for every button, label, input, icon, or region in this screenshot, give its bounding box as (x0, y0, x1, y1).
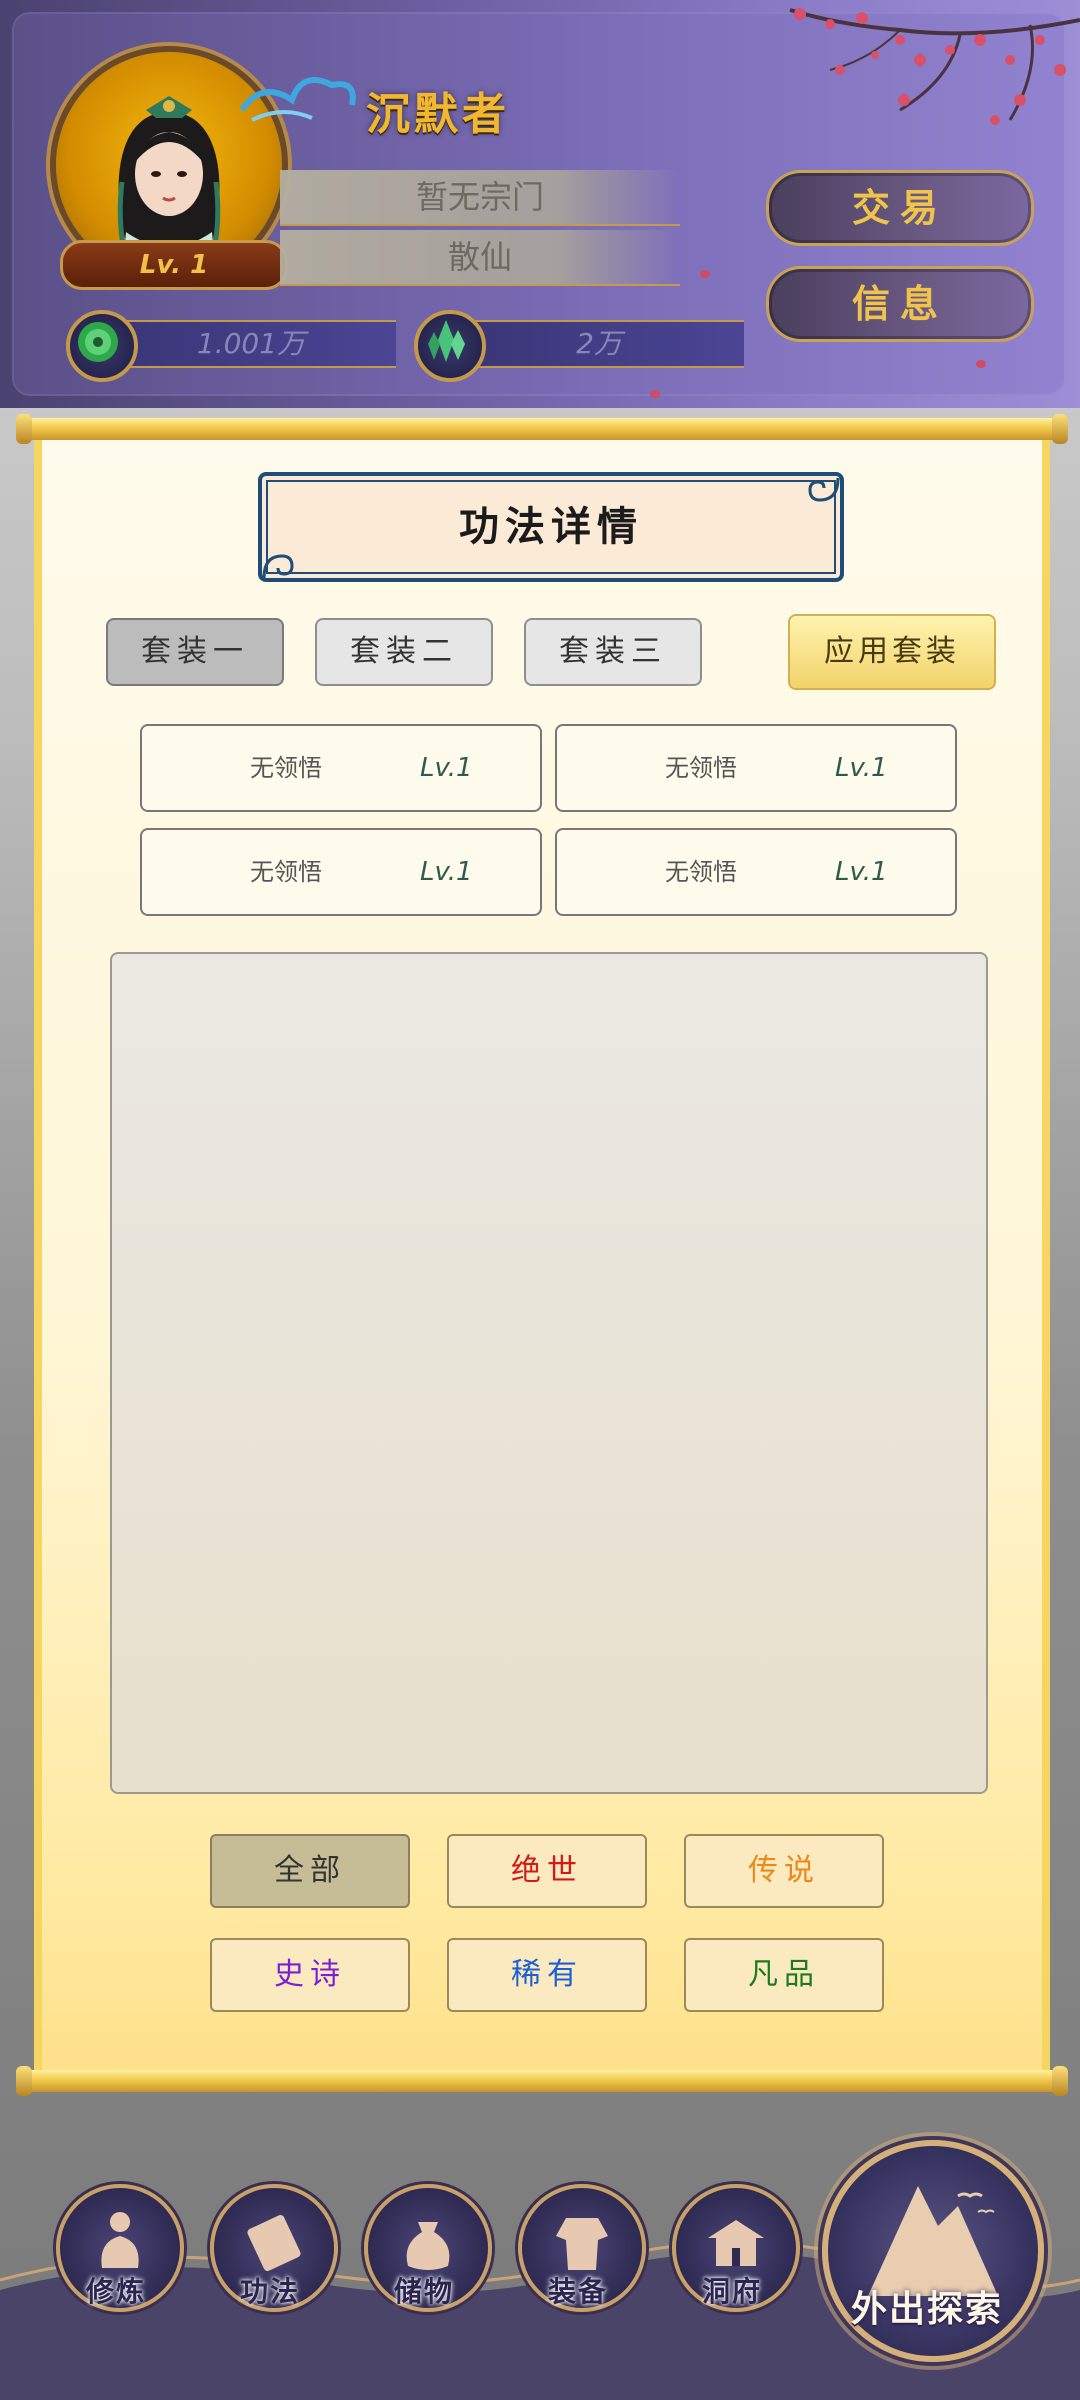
skill-list-area[interactable] (110, 952, 988, 1794)
cultivate-icon (101, 2212, 139, 2268)
filter-peerless-button[interactable]: 绝世 (447, 1834, 647, 1908)
set-tab-1[interactable]: 套装一 (106, 618, 284, 686)
skill-level: Lv.1 (420, 857, 473, 887)
skill-slot-2[interactable]: 无领悟 Lv.1 (555, 724, 957, 812)
currency-amount: 1.001万 (106, 320, 396, 368)
panel-title-plaque: 功法详情 (258, 472, 844, 582)
armor-icon (556, 2218, 608, 2270)
trade-button[interactable]: 交易 (766, 170, 1034, 246)
skill-name: 无领悟 (250, 754, 322, 782)
scroll-icon (247, 2215, 301, 2271)
nav-label: 装备 (547, 2275, 608, 2308)
skill-slot-1[interactable]: 无领悟 Lv.1 (140, 724, 542, 812)
currency-crystal: 2万 (414, 310, 744, 382)
filter-all-button[interactable]: 全部 (210, 1834, 410, 1908)
filter-rare-button[interactable]: 稀有 (447, 1938, 647, 2012)
apply-set-button[interactable]: 应用套装 (788, 614, 996, 690)
skill-name: 无领悟 (665, 754, 737, 782)
player-sect: 暂无宗门 (280, 170, 680, 226)
skill-name: 无领悟 (665, 858, 737, 886)
cloud-corner-icon (808, 477, 840, 502)
player-level-badge: Lv. 1 (60, 240, 288, 290)
set-tab-2[interactable]: 套装二 (315, 618, 493, 686)
cloud-corner-icon (262, 554, 294, 579)
spirit-crystal-icon (414, 310, 486, 382)
page-title: 功法详情 (459, 503, 643, 550)
currency-amount: 2万 (454, 320, 744, 368)
filter-common-button[interactable]: 凡品 (684, 1938, 884, 2012)
filter-epic-button[interactable]: 史诗 (210, 1938, 410, 2012)
skill-slot-4[interactable]: 无领悟 Lv.1 (555, 828, 957, 916)
falling-petal (976, 360, 986, 368)
set-tab-3[interactable]: 套装三 (524, 618, 702, 686)
player-header: Lv. 1 沉默者 暂无宗门 散仙 1.001万 2万 交易 信息 (0, 0, 1080, 408)
cave-house-icon (708, 2220, 764, 2266)
scroll-rod-bottom (16, 2066, 1068, 2096)
filter-legendary-button[interactable]: 传说 (684, 1834, 884, 1908)
currency-jade: 1.001万 (66, 310, 396, 382)
scroll-rod-top (16, 414, 1068, 444)
skill-level: Lv.1 (835, 753, 888, 783)
skill-level: Lv.1 (420, 753, 473, 783)
skill-level: Lv.1 (835, 857, 888, 887)
falling-petal (650, 390, 660, 398)
skill-name: 无领悟 (250, 858, 322, 886)
nav-label: 功法 (239, 2275, 300, 2308)
bag-icon (406, 2222, 450, 2270)
info-button[interactable]: 信息 (766, 266, 1034, 342)
nav-label: 储物 (393, 2275, 454, 2308)
nav-label: 洞府 (701, 2275, 762, 2308)
nav-label: 修炼 (85, 2275, 146, 2308)
player-name: 沉默者 (366, 89, 510, 140)
skill-slot-3[interactable]: 无领悟 Lv.1 (140, 828, 542, 916)
jade-coin-icon (66, 310, 138, 382)
falling-petal (700, 270, 710, 278)
player-title: 散仙 (280, 230, 680, 286)
cloud-ornament-icon (239, 77, 356, 122)
explore-label: 外出探索 (850, 2288, 1003, 2330)
